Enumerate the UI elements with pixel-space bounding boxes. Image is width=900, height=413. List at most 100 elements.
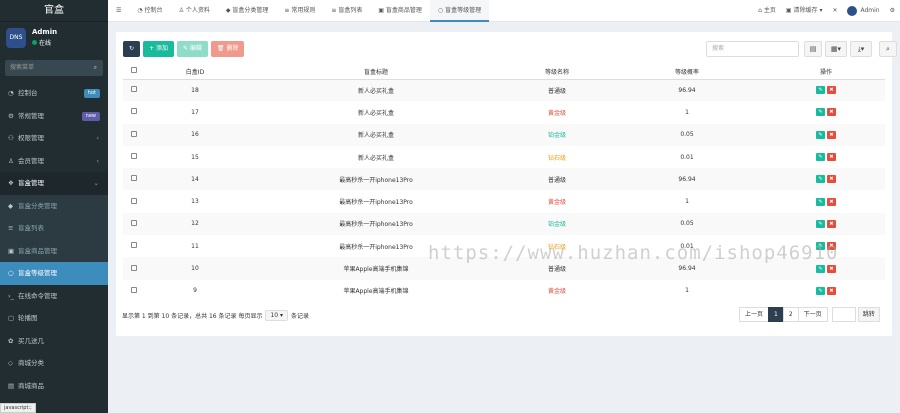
tab-5[interactable]: ▣ 盲盒商品管理 <box>370 0 430 22</box>
row-checkbox[interactable] <box>123 79 145 102</box>
toggle-view-button[interactable]: ▤ <box>804 41 822 57</box>
delete-row-button[interactable]: ✖ <box>827 86 836 95</box>
delete-row-button[interactable]: ✖ <box>827 130 836 139</box>
next-page-button[interactable]: 下一页 <box>797 307 828 322</box>
edit-row-button[interactable]: ✎ <box>816 108 825 117</box>
columns-button[interactable]: ▦▾ <box>825 41 847 57</box>
edit-button[interactable]: ✎ 编辑 <box>176 41 208 57</box>
sidebar-item-8[interactable]: ○ 盲盒等级管理 <box>0 262 108 285</box>
edit-row-button[interactable]: ✎ <box>816 175 825 184</box>
delete-row-button[interactable]: ✖ <box>827 219 836 228</box>
clear-cache-label: 清除缓存 <box>793 7 818 14</box>
app-logo[interactable]: 官盒 <box>0 0 108 22</box>
row-checkbox[interactable] <box>123 235 145 257</box>
user-menu[interactable]: Admin <box>842 0 884 22</box>
edit-row-button[interactable]: ✎ <box>816 153 825 162</box>
row-checkbox[interactable] <box>123 190 145 212</box>
row-checkbox[interactable] <box>123 146 145 168</box>
home-link[interactable]: ⌂ 主页 <box>753 0 781 22</box>
sidebar-item-6[interactable]: ≡ 盲盒列表 <box>0 217 108 240</box>
edit-row-button[interactable]: ✎ <box>816 219 825 228</box>
sidebar-item-10[interactable]: ▢ 轮播图 <box>0 307 108 330</box>
sidebar-item-7[interactable]: ▣ 盲盒商品管理 <box>0 239 108 262</box>
delete-row-button[interactable]: ✖ <box>827 286 836 295</box>
page-size-select[interactable]: 10 ▾ <box>265 310 289 321</box>
table-row[interactable]: 14 最高秒杀一开iphone13Pro 普通级 96.94 ✎ ✖ <box>123 168 885 191</box>
cell-id: 11 <box>191 242 199 250</box>
sidebar-item-2[interactable]: ⚇ 权限管理 ‹ <box>0 127 108 150</box>
row-checkbox[interactable] <box>123 168 145 191</box>
edit-row-button[interactable]: ✎ <box>816 286 825 295</box>
menu-search-input[interactable]: 搜索菜单 ⌕ <box>5 60 103 76</box>
cell-id: 12 <box>145 212 245 236</box>
sidebar-item-9[interactable]: ›_ 在线命令管理 <box>0 285 108 308</box>
add-button[interactable]: + 添加 <box>143 41 174 57</box>
delete-row-button[interactable]: ✖ <box>827 108 836 117</box>
box-icon: ▣ <box>8 246 15 255</box>
status-tip: javascript:; <box>0 403 36 413</box>
search-icon[interactable]: ⌕ <box>94 60 97 76</box>
fullscreen-button[interactable]: ✕ <box>827 0 842 22</box>
delete-row-button[interactable]: ✖ <box>827 197 836 206</box>
sidebar-item-5[interactable]: ◆ 盲盒分类管理 <box>0 194 108 217</box>
sidebar-item-13[interactable]: ▤ 商城商品 <box>0 375 108 398</box>
col-level[interactable]: 等级名称 <box>507 64 607 80</box>
table-search-input[interactable]: 搜索 <box>706 41 799 57</box>
row-checkbox[interactable] <box>123 101 145 123</box>
col-prob[interactable]: 等级概率 <box>607 64 767 80</box>
col-title[interactable]: 盲盒标题 <box>245 64 507 80</box>
search-icon[interactable]: ⌕ <box>879 41 897 57</box>
tab-6[interactable]: ○ 盲盒等级管理 <box>429 0 490 22</box>
tab-4[interactable]: ≡ 盲盒列表 <box>323 0 370 22</box>
tab-0[interactable]: ◔ 控制台 <box>129 0 170 22</box>
user-name: Admin <box>32 28 58 36</box>
sidebar-item-1[interactable]: ⚙ 常规管理 new <box>0 105 108 128</box>
cell-actions: ✎ ✖ <box>767 280 885 302</box>
prev-page-button[interactable]: 上一页 <box>739 307 770 322</box>
clear-cache-button[interactable]: ▣ 清除缓存 ▾ <box>781 0 828 22</box>
table-row[interactable]: 13 最高秒杀一开iphone13Pro 黄金级 1 ✎ ✖ <box>123 190 885 212</box>
table-row[interactable]: 15 新人必买礼盒 钻石级 0.01 ✎ ✖ <box>123 146 885 168</box>
row-checkbox[interactable] <box>123 123 145 146</box>
table-row[interactable]: 17 新人必买礼盒 黄金级 1 ✎ ✖ <box>123 101 885 123</box>
export-button[interactable]: ⤓▾ <box>850 41 872 57</box>
menu-toggle-button[interactable]: ☰ <box>108 0 129 22</box>
cell-level: 黄金级 <box>547 288 566 296</box>
sidebar-item-12[interactable]: ◇ 商城分类 <box>0 352 108 375</box>
table-row[interactable]: 18 新人必买礼盒 普通级 96.94 ✎ ✖ <box>123 79 885 102</box>
row-checkbox[interactable] <box>123 257 145 280</box>
table-row[interactable]: 16 新人必买礼盒 铂金级 0.05 ✎ ✖ <box>123 123 885 146</box>
edit-row-button[interactable]: ✎ <box>816 130 825 139</box>
delete-button[interactable]: 🗑 删除 <box>210 41 245 57</box>
refresh-button[interactable]: ↻ <box>123 41 140 57</box>
sidebar-item-label: 买几送几 <box>18 336 44 345</box>
table-row[interactable]: 9 苹果Apple高端手机集锦 黄金级 1 ✎ ✖ <box>123 280 885 302</box>
edit-row-button[interactable]: ✎ <box>816 86 825 95</box>
tab-1[interactable]: ♙ 个人资料 <box>171 0 218 22</box>
page-1-button[interactable]: 1 <box>768 307 784 322</box>
sidebar-item-4[interactable]: ❖ 盲盒管理 ⌄ <box>0 172 108 195</box>
settings-icon[interactable]: ⚙ <box>885 0 900 22</box>
cell-id: 17 <box>191 108 199 116</box>
col-id[interactable]: 白盒ID <box>145 64 245 80</box>
delete-row-button[interactable]: ✖ <box>827 153 836 162</box>
circle-icon: ○ <box>8 269 14 277</box>
delete-row-button[interactable]: ✖ <box>827 264 836 273</box>
table-row[interactable]: 12 最高秒杀一开iphone13Pro 铂金级 0.05 ✎ ✖ <box>123 212 885 236</box>
sidebar-item-0[interactable]: ◔ 控制台 hot <box>0 82 108 105</box>
jump-button[interactable]: 跳转 <box>857 307 880 322</box>
delete-row-button[interactable]: ✖ <box>827 175 836 184</box>
main-panel: ↻ + 添加 ✎ 编辑 🗑 删除 搜索 ▤ ▦▾ ⤓▾ ⌕ 白盒ID 盲盒标题 … <box>116 32 897 336</box>
select-all-checkbox[interactable] <box>123 64 145 80</box>
cell-level: 铂金级 <box>507 212 607 236</box>
row-checkbox[interactable] <box>123 212 145 236</box>
edit-row-button[interactable]: ✎ <box>816 197 825 206</box>
edit-row-button[interactable]: ✎ <box>816 264 825 273</box>
sidebar-item-11[interactable]: ✿ 买几送几 <box>0 330 108 353</box>
sidebar-item-3[interactable]: ♙ 会员管理 ‹ <box>0 150 108 173</box>
page-2-button[interactable]: 2 <box>782 307 799 322</box>
page-jump-input[interactable] <box>831 307 856 322</box>
row-checkbox[interactable] <box>123 280 145 302</box>
tab-3[interactable]: ≡ 常用规则 <box>276 0 323 22</box>
tab-2[interactable]: ◆ 盲盒分类管理 <box>218 0 277 22</box>
